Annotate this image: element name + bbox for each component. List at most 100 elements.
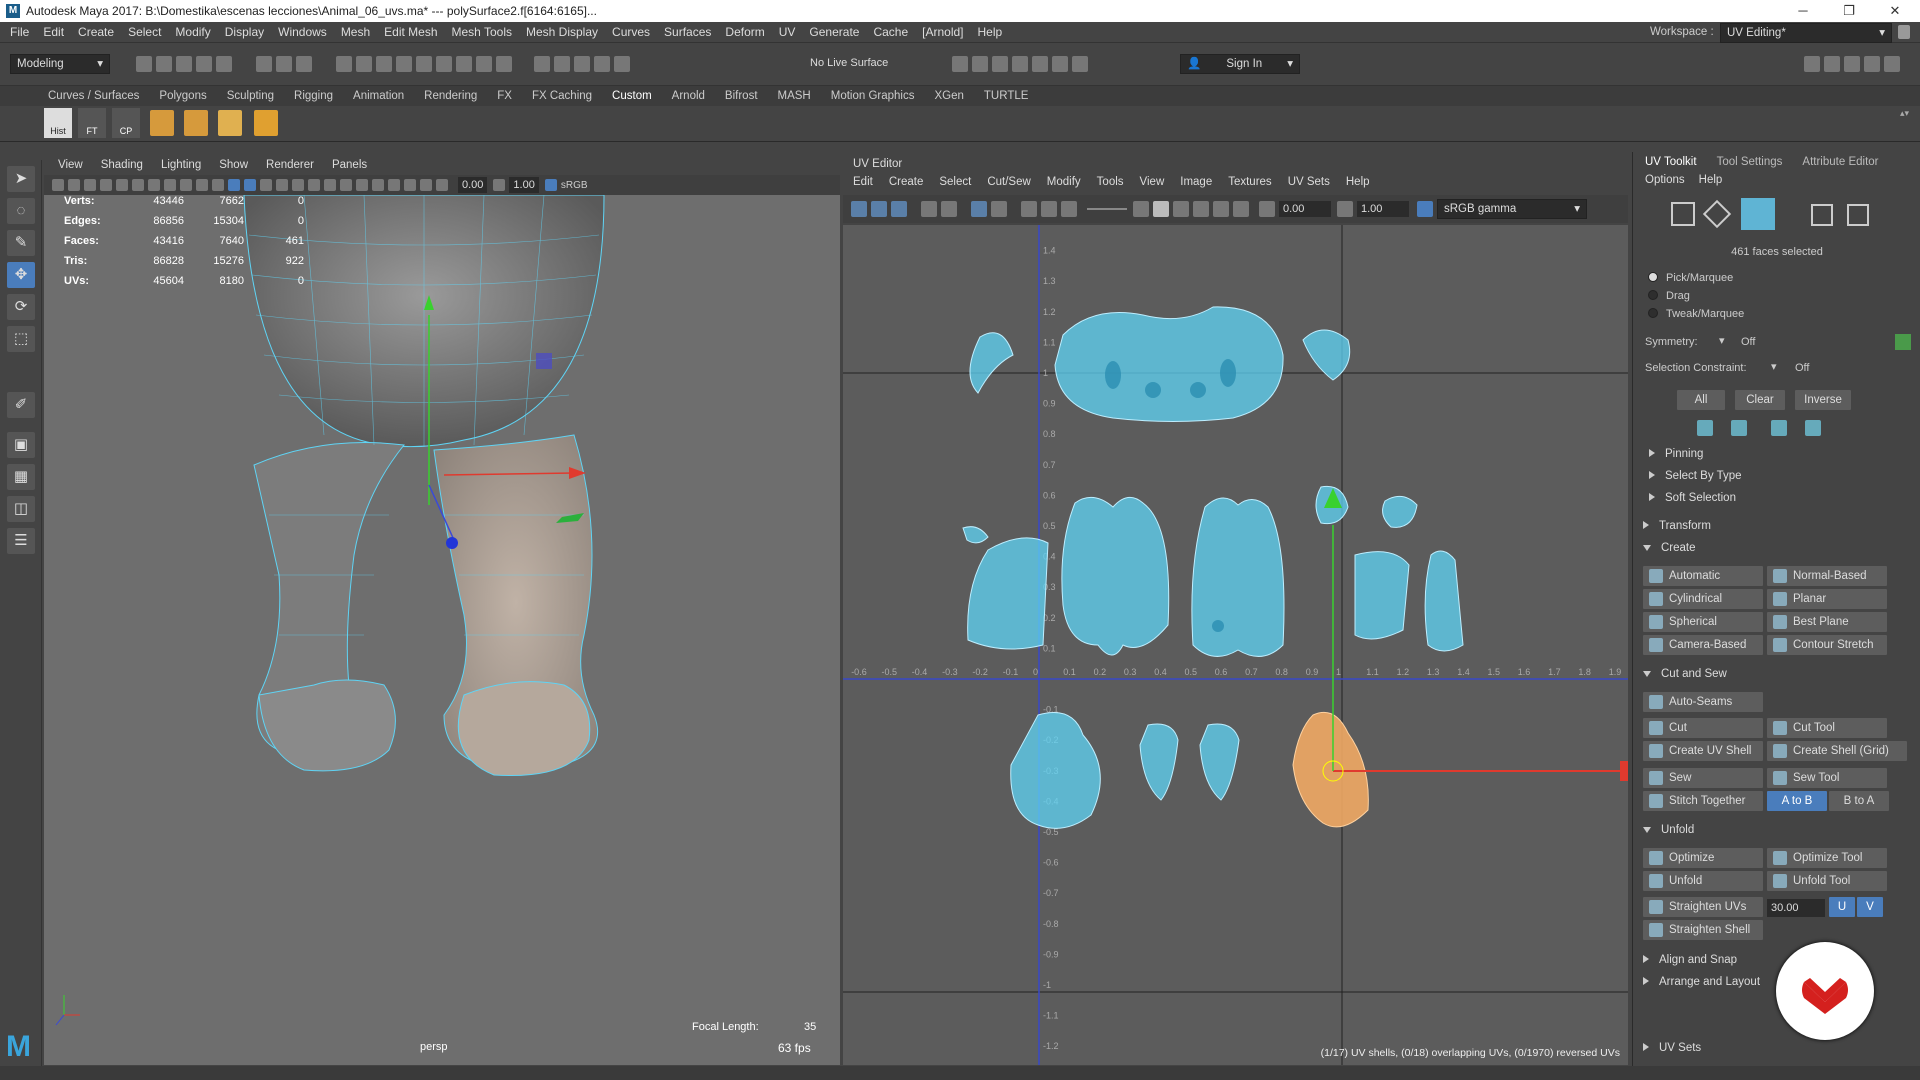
exposure-icon[interactable]	[436, 179, 448, 191]
uv-alpha-icon[interactable]	[1061, 201, 1077, 217]
outliner-pane-icon[interactable]: ☰	[7, 528, 35, 554]
shelf-btn-center-pivot[interactable]: CP	[112, 108, 140, 138]
unfold-button[interactable]: Unfold	[1643, 871, 1763, 891]
tab-uv-toolkit[interactable]: UV Toolkit	[1645, 156, 1697, 168]
pause-icon[interactable]	[1072, 56, 1088, 72]
menu-curves[interactable]: Curves	[612, 25, 650, 39]
auto-seams-button[interactable]: Auto-Seams	[1643, 692, 1763, 712]
resolution-gate-icon[interactable]	[148, 179, 160, 191]
restore-button[interactable]: ❐	[1826, 0, 1872, 22]
hypershade-icon[interactable]	[1012, 56, 1028, 72]
tab-tool-settings[interactable]: Tool Settings	[1717, 156, 1783, 168]
motion-blur-icon[interactable]	[324, 179, 336, 191]
uv-shell-arm-right[interactable]	[1354, 551, 1410, 640]
stitch-together-button[interactable]: Stitch Together	[1643, 791, 1763, 811]
face-mode-icon[interactable]	[1741, 198, 1775, 230]
input-ops-icon[interactable]	[554, 56, 570, 72]
create-uv-shell-button[interactable]: Create UV Shell	[1643, 741, 1763, 761]
camera-attr-icon[interactable]	[68, 179, 80, 191]
snap-live-icon[interactable]	[436, 56, 452, 72]
shelf-btn-freeze[interactable]: FT	[78, 108, 106, 138]
planar-button[interactable]: Planar	[1767, 589, 1887, 609]
uv-shell-ear-left[interactable]	[969, 332, 1014, 394]
menu-mesh-display[interactable]: Mesh Display	[526, 25, 598, 39]
render-frame-icon[interactable]	[952, 56, 968, 72]
dof-icon[interactable]	[356, 179, 368, 191]
straighten-v-toggle[interactable]: V	[1857, 897, 1883, 917]
uv-menu-modify[interactable]: Modify	[1047, 176, 1081, 188]
color-space-label[interactable]: sRGB	[561, 180, 588, 191]
workspace-dropdown[interactable]: UV Editing* ▾	[1720, 23, 1892, 43]
minimize-button[interactable]: ─	[1780, 0, 1826, 22]
straighten-shell-button[interactable]: Straighten Shell	[1643, 920, 1763, 940]
shelf-tab[interactable]: Curves / Surfaces	[48, 90, 139, 102]
output-ops-icon[interactable]	[574, 56, 590, 72]
select-inverse-button[interactable]: Inverse	[1795, 390, 1851, 410]
uv-color-management-icon[interactable]	[1417, 201, 1433, 217]
uv-shell-head[interactable]	[1054, 306, 1284, 422]
snap-curve-icon[interactable]	[356, 56, 372, 72]
vp-menu-lighting[interactable]: Lighting	[161, 159, 201, 171]
uv-texture-borders-icon[interactable]	[891, 201, 907, 217]
uv-shell-mode-icon[interactable]	[1847, 204, 1869, 226]
cut-tool-button[interactable]: Cut Tool	[1767, 718, 1887, 738]
close-button[interactable]: ✕	[1872, 0, 1918, 22]
uv-gamma-field[interactable]: 1.00	[1357, 201, 1409, 217]
section-transform[interactable]: Transform	[1643, 520, 1711, 532]
selection-constraint-value[interactable]: Off	[1795, 362, 1809, 374]
spherical-button[interactable]: Spherical	[1643, 612, 1763, 632]
symmetry-settings-icon[interactable]	[1895, 334, 1911, 350]
bookmark-icon[interactable]	[84, 179, 96, 191]
sew-button[interactable]: Sew	[1643, 768, 1763, 788]
menu-display[interactable]: Display	[225, 25, 264, 39]
menu-arnold[interactable]: [Arnold]	[922, 25, 963, 39]
shelf-tab[interactable]: TURTLE	[984, 90, 1029, 102]
uv-menu-cut-sew[interactable]: Cut/Sew	[987, 176, 1030, 188]
xray-joints-icon[interactable]	[404, 179, 416, 191]
uv-shaded-icon[interactable]	[851, 201, 867, 217]
nodes-icon[interactable]	[594, 56, 610, 72]
select-shell-border-icon[interactable]	[1771, 420, 1787, 436]
uv-exposure-field[interactable]: 0.00	[1279, 201, 1331, 217]
scale-tool-icon[interactable]: ⬚	[7, 326, 35, 352]
single-pane-icon[interactable]: ▣	[7, 432, 35, 458]
gate-mask-icon[interactable]	[164, 179, 176, 191]
drag-radio[interactable]: Drag	[1648, 290, 1690, 302]
uv-shell-foot-left[interactable]	[1010, 712, 1101, 829]
create-shell-grid-button[interactable]: Create Shell (Grid)	[1767, 741, 1907, 761]
gamma-field[interactable]: 1.00	[509, 177, 539, 193]
select-component-icon[interactable]	[296, 56, 312, 72]
stitch-a-to-b-button[interactable]: A to B	[1767, 791, 1827, 811]
menu-edit[interactable]: Edit	[43, 25, 64, 39]
chevron-down-icon[interactable]: ▾	[1771, 360, 1777, 373]
options-menu[interactable]: Options	[1645, 174, 1685, 186]
uv-shells[interactable]	[962, 306, 1464, 829]
cylindrical-button[interactable]: Cylindrical	[1643, 589, 1763, 609]
uv-toggle-image-icon[interactable]	[1153, 201, 1169, 217]
snap-point-icon[interactable]	[376, 56, 392, 72]
sew-tool-button[interactable]: Sew Tool	[1767, 768, 1887, 788]
cube-stack-icon[interactable]	[150, 110, 174, 136]
snap-surface-icon[interactable]	[416, 56, 432, 72]
menu-uv[interactable]: UV	[779, 25, 796, 39]
uv-shell-paw-2[interactable]	[1382, 495, 1418, 528]
shelf-tab[interactable]: FX Caching	[532, 90, 592, 102]
uv-menu-tools[interactable]: Tools	[1097, 176, 1124, 188]
uv-rgb-icon[interactable]	[1041, 201, 1057, 217]
menu-generate[interactable]: Generate	[809, 25, 859, 39]
uv-snap-icon[interactable]	[941, 201, 957, 217]
shelf-tab[interactable]: Motion Graphics	[831, 90, 915, 102]
uv-menu-select[interactable]: Select	[939, 176, 971, 188]
shelf-tab[interactable]: Animation	[353, 90, 404, 102]
outliner-icon[interactable]	[1884, 56, 1900, 72]
uv-gamma-icon[interactable]	[1337, 201, 1353, 217]
perspective-viewport[interactable]: Verts: 43446 7662 0 Edges: 86856 15304 0…	[44, 195, 840, 1065]
rotate-tool-icon[interactable]: ⟳	[7, 294, 35, 320]
uv-image-icon[interactable]	[1021, 201, 1037, 217]
construction-history-icon[interactable]	[534, 56, 550, 72]
select-shell-icon[interactable]	[1805, 420, 1821, 436]
color-management-icon[interactable]	[544, 179, 557, 191]
uv-color-space-dropdown[interactable]: sRGB gamma ▾	[1437, 199, 1587, 219]
shelf-tab[interactable]: Arnold	[672, 90, 705, 102]
section-arrange-and-layout[interactable]: Arrange and Layout	[1643, 976, 1760, 988]
